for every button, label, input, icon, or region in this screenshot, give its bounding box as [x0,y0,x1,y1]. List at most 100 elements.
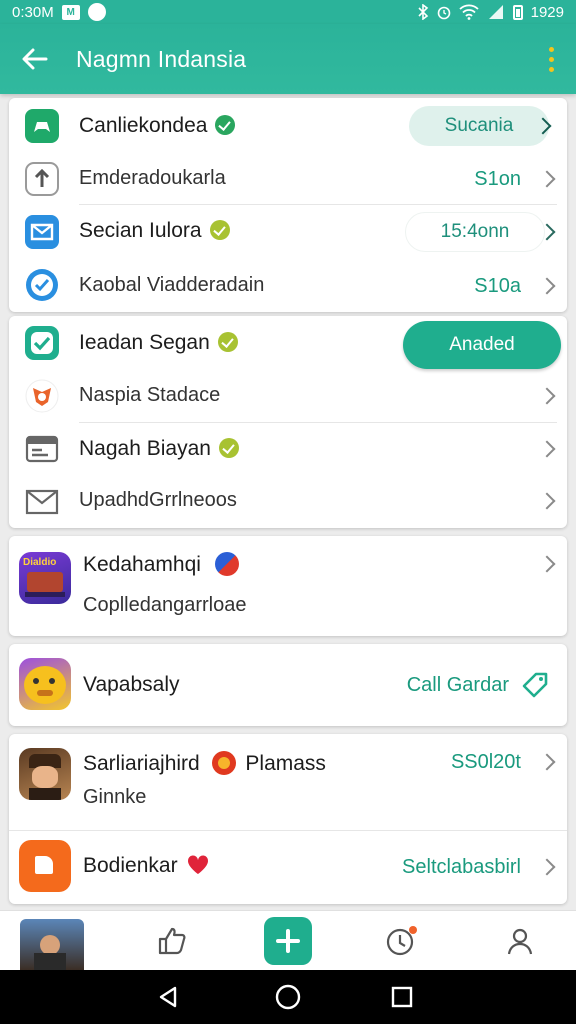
square-recents-icon [391,986,413,1008]
row-label: Kaobal Viadderadain [79,274,265,296]
overflow-menu-button[interactable] [526,24,576,94]
list-item[interactable]: Emderadoukarla S1on [9,154,567,204]
app-icon-text: Dialdio [23,557,57,568]
list-item[interactable]: Ieadan Segan Anaded [9,316,567,370]
row-value: S10a [474,275,521,297]
nav-profile[interactable] [480,911,560,971]
chat-bubble-icon [87,3,106,21]
thumbnail-body [34,953,66,971]
nav-activity[interactable] [362,911,442,971]
circle-home-icon [275,984,301,1010]
list-item[interactable]: Naspia Stadace [9,370,567,422]
orange-app-icon [19,840,71,892]
profile-icon [507,928,533,955]
id-card-icon [23,430,61,468]
row-label: Naspia Stadace [79,384,221,406]
row-label: Emderadoukarla [79,167,226,189]
verified-badge-icon [215,115,236,135]
list-item[interactable]: Secian Iulora 15:4onn [9,206,567,258]
nav-like[interactable] [132,911,212,971]
row-subtitle: Ginnke [83,786,147,808]
building-shape [27,572,63,592]
row-title: Ieadan Segan [79,331,210,354]
card-title: Vapabsaly [83,673,180,696]
list-item[interactable]: Sarliariajhird Plamass Ginnke SS0l20t [9,734,567,828]
row-label: Ieadan Segan [79,331,238,355]
system-home-button[interactable] [258,970,318,1024]
chevron-right-icon [538,492,556,510]
divider [79,422,557,423]
app-glyph [35,856,53,874]
verified-badge-icon [218,438,239,458]
bluetooth-icon [418,4,428,20]
character-mouth [37,690,53,696]
nav-add[interactable] [248,911,328,971]
call-link[interactable]: Call Gardar [407,674,509,697]
row-label: Nagah Biayan [79,437,239,461]
chevron-right-icon [538,858,556,876]
list-item[interactable]: Canliekondea Sucania [9,98,567,154]
notification-icon: M [61,4,80,20]
chevron-right-icon [538,170,556,188]
signal-icon [488,5,503,19]
list-item[interactable]: Nagah Biayan [9,424,567,474]
add-fab[interactable] [264,917,312,965]
action-button[interactable]: 15:4onn [405,212,545,252]
adventure-app-icon [19,748,71,800]
divider [9,830,567,831]
building-base [25,592,65,597]
verification-card: Ieadan Segan Anaded Naspia Stadace Nagah… [9,316,567,528]
bottom-navigation [0,910,576,971]
row-label: Sarliariajhird Plamass [83,751,326,776]
triangle-back-icon [159,986,177,1008]
system-navigation [0,970,576,1024]
heart-icon [188,855,209,874]
tag-icon[interactable] [521,671,549,704]
status-time: 0:30M [12,3,54,21]
row-label: Secian Iulora [79,219,230,243]
system-back-button[interactable] [138,970,198,1024]
fire-badge-icon [211,751,236,775]
row-value: SS0l20t [450,751,521,773]
game-thumbnail [20,919,84,971]
contact-card[interactable]: Vapabsaly Call Gardar [9,644,567,726]
chevron-right-icon [538,387,556,405]
chevron-right-icon [538,440,556,458]
row-title: Secian Iulora [79,219,202,242]
flag-badge-icon [214,552,239,576]
row-value: S1on [474,168,521,190]
app-bar: Nagmn Indansia [0,24,576,94]
row-tag: Plamass [245,752,326,775]
gamepad-icon [23,107,61,145]
row-title: Nagah Biayan [79,437,211,460]
overflow-menu-icon [548,46,554,52]
list-item[interactable]: Kaobal Viadderadain S10a [9,258,567,312]
clock-icon [386,926,417,956]
page-title: Nagmn Indansia [76,45,247,72]
system-recents-button[interactable] [372,970,432,1024]
list-item[interactable]: UpadhdGrrlneoos [9,474,567,528]
row-label: Canliekondea [79,114,236,138]
games-list-card: Sarliariajhird Plamass Ginnke SS0l20t Bo… [9,734,567,904]
status-bar: 0:30M M 1929 [0,0,576,24]
divider [79,204,557,205]
upload-icon [23,160,61,198]
thumbnail-face [40,935,60,955]
battery-icon [512,4,523,20]
verified-badge-icon [209,220,230,240]
add-button[interactable]: Anaded [403,321,561,369]
row-label: UpadhdGrrlneoos [79,489,237,511]
status-clock: 1929 [530,3,564,21]
back-button[interactable] [0,24,70,94]
check-circle-icon [23,266,61,304]
game-card[interactable]: Dialdio Kedahamhqi Coplledangarrloae [9,536,567,636]
game-app-icon: Dialdio [19,552,71,604]
character-face [24,666,66,704]
card-title: Kedahamhqi [83,553,201,576]
nav-game[interactable] [12,911,92,971]
fire-badge-core [217,757,230,769]
action-button[interactable]: Sucania [409,106,549,146]
list-item[interactable]: Bodienkar Seltclabasbirl [9,832,567,898]
overflow-dot [548,56,554,62]
fox-icon [23,377,61,415]
